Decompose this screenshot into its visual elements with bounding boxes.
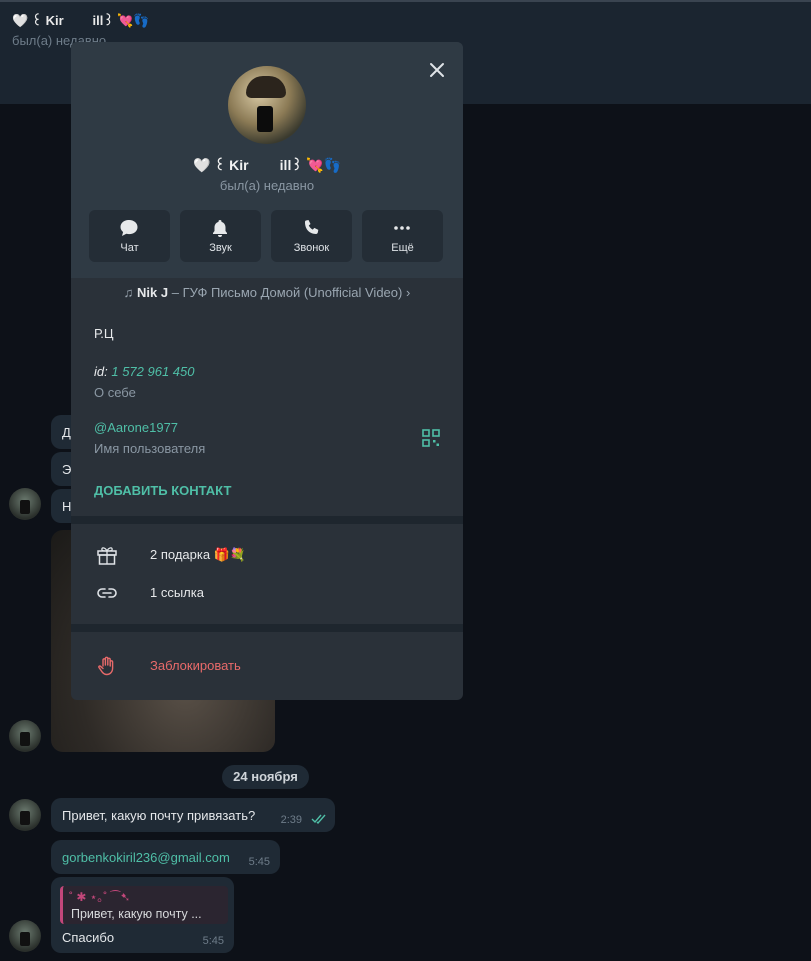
message-bubble[interactable]: ˚ ✱ ⋆｡˚ ⁀➷ Привет, какую почту ... Спаси… xyxy=(51,877,234,953)
chat-title: 🤍 ꒰ Kir ill꒱ 💘👣 xyxy=(12,13,150,28)
block-button[interactable]: Заблокировать xyxy=(71,648,463,684)
bell-icon xyxy=(213,220,227,237)
avatar-hair xyxy=(246,76,286,98)
message-time: 5:45 xyxy=(202,935,224,947)
username-label: Имя пользователя xyxy=(94,441,206,456)
avatar[interactable] xyxy=(9,920,41,952)
message-bubble[interactable]: Привет, какую почту привязать? 2:39 xyxy=(51,798,335,832)
avatar[interactable] xyxy=(9,488,41,520)
more-icon xyxy=(394,226,410,230)
message-bubble[interactable]: gorbenkokiril236@gmail.com 5:45 xyxy=(51,840,280,874)
phone-icon xyxy=(305,220,319,234)
message-text: Э xyxy=(62,462,72,477)
profile-name: 🤍 ꒰ Kir ill꒱ 💘👣 xyxy=(192,157,342,173)
close-button[interactable] xyxy=(423,56,451,84)
profile-modal: 🤍 ꒰ Kir ill꒱ 💘👣 был(а) недавно Чат Звук xyxy=(71,42,463,700)
date-separator: 24 ноября xyxy=(222,765,309,789)
action-label: Чат xyxy=(120,242,139,254)
message-time: 5:45 xyxy=(248,856,270,868)
reply-decoration: ˚ ✱ ⋆｡˚ ⁀➷ xyxy=(69,890,131,904)
more-button[interactable]: Ещё xyxy=(362,210,443,262)
id-label: id: xyxy=(94,364,108,379)
reply-preview[interactable]: ˚ ✱ ⋆｡˚ ⁀➷ Привет, какую почту ... xyxy=(60,886,228,924)
message-text: Привет, какую почту привязать? xyxy=(62,808,256,823)
avatar[interactable] xyxy=(9,799,41,831)
call-button[interactable]: Звонок xyxy=(271,210,352,262)
chevron-right-icon: › xyxy=(405,285,411,300)
bio-text: Р.Ц xyxy=(94,326,114,341)
message-text: Спасибо xyxy=(62,930,115,945)
profile-avatar[interactable] xyxy=(228,66,306,144)
id-value: 1 572 961 450 xyxy=(111,364,195,379)
link-icon xyxy=(97,588,117,598)
message-text: Н xyxy=(62,499,72,514)
music-note-icon: ♫ xyxy=(123,285,138,300)
chat-icon xyxy=(120,220,138,236)
music-title: – ГУФ Письмо Домой (Unofficial Video) xyxy=(168,285,403,300)
about-label: О себе xyxy=(94,385,136,400)
gifts-label: 2 подарка 🎁💐 xyxy=(150,547,247,562)
double-check-icon xyxy=(311,814,326,824)
music-status[interactable]: ♫ Nik J – ГУФ Письмо Домой (Unofficial V… xyxy=(71,278,463,308)
action-label: Звук xyxy=(209,242,232,254)
sound-button[interactable]: Звук xyxy=(180,210,261,262)
divider xyxy=(71,516,463,524)
profile-actions: Чат Звук Звонок Ещё xyxy=(89,210,445,262)
message-text: Д xyxy=(62,425,71,440)
links-row[interactable]: 1 ссылка xyxy=(71,575,463,611)
block-label: Заблокировать xyxy=(150,658,241,673)
action-label: Звонок xyxy=(293,242,330,254)
gifts-row[interactable]: 2 подарка 🎁💐 xyxy=(71,537,463,573)
gift-icon xyxy=(97,547,117,565)
chat-button[interactable]: Чат xyxy=(89,210,170,262)
avatar[interactable] xyxy=(9,720,41,752)
avatar-phone xyxy=(257,106,273,132)
user-id[interactable]: id: 1 572 961 450 xyxy=(94,364,195,379)
message-time: 2:39 xyxy=(280,814,302,826)
action-label: Ещё xyxy=(391,242,414,254)
profile-header: 🤍 ꒰ Kir ill꒱ 💘👣 был(а) недавно Чат Звук xyxy=(71,42,463,278)
divider xyxy=(71,624,463,632)
add-contact-button[interactable]: ДОБАВИТЬ КОНТАКТ xyxy=(94,483,231,498)
hand-stop-icon xyxy=(98,656,114,676)
music-artist: Nik J xyxy=(137,285,169,300)
reply-text: Привет, какую почту ... xyxy=(71,907,202,921)
username[interactable]: @Aarone1977 xyxy=(94,420,178,435)
links-label: 1 ссылка xyxy=(150,585,204,600)
profile-status: был(а) недавно xyxy=(219,178,315,193)
close-icon xyxy=(430,63,444,77)
message-link[interactable]: gorbenkokiril236@gmail.com xyxy=(62,850,230,865)
qr-code-icon[interactable] xyxy=(422,429,440,447)
